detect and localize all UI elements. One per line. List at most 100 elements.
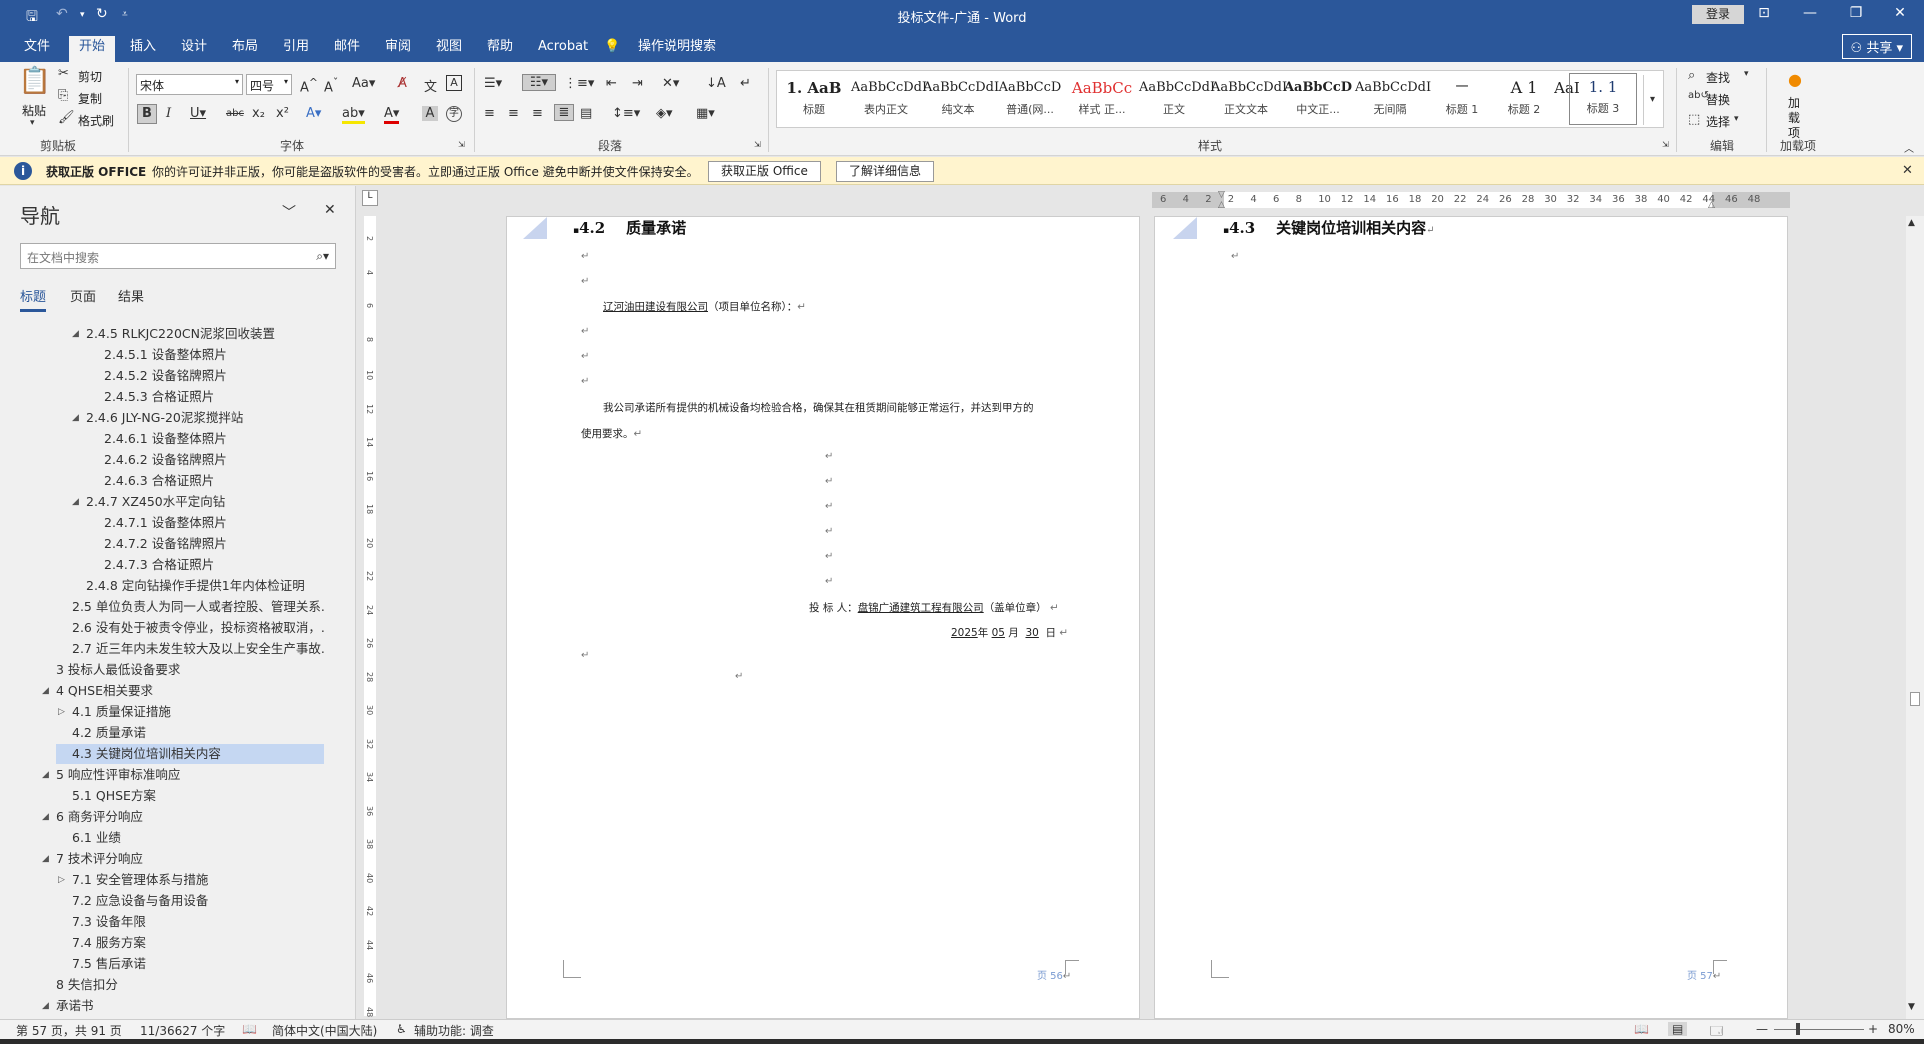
nav-heading-item[interactable]: 2.6 没有处于被责令停业，投标资格被取消，... [56,618,324,638]
learn-more-button[interactable]: 了解详细信息 [836,161,935,182]
nav-heading-item[interactable]: 2.4.7.1 设备整体照片 [88,513,324,533]
addins-icon[interactable]: ● [1788,70,1802,89]
collapse-icon[interactable]: ◢ [42,765,49,785]
zoom-level[interactable]: 80% [1888,1022,1915,1036]
nav-heading-item[interactable]: 7.2 应急设备与备用设备 [56,891,324,911]
word-count[interactable]: 11/36627 个字 [140,1022,225,1039]
nav-heading-item[interactable]: 4.2 质量承诺 [56,723,324,743]
style-normal[interactable]: AaBbCcDdI 正文 [1139,75,1215,117]
page-56[interactable]: ▪4.2 质量承诺 ↵ ↵ 辽河油田建设有限公司（项目单位名称）：↵ ↵ ↵ ↵… [506,216,1140,1019]
collapse-icon[interactable]: ◢ [72,324,79,344]
collapse-icon[interactable]: ◢ [42,996,49,1016]
sort-icon[interactable]: ↓A [706,76,726,91]
line-spacing-icon[interactable]: ↕≡▾ [612,106,640,121]
phonetic-guide-icon[interactable]: 文 [424,76,437,95]
nav-heading-item[interactable]: 2.4.6.2 设备铭牌照片 [88,450,324,470]
nav-search-input[interactable]: 在文档中搜索 ⌕▾ [20,243,336,269]
paste-label[interactable]: 粘贴 [22,102,46,119]
format-painter-button[interactable]: 格式刷 [78,112,114,129]
find-button[interactable]: 查找 [1706,69,1730,86]
paste-icon[interactable]: 📋 [18,66,52,96]
collapse-ribbon-icon[interactable]: ︿ [1904,140,1914,155]
clear-formatting-icon[interactable]: A̸ [398,76,407,91]
copy-icon[interactable]: ⎘ [58,88,68,103]
distributed-icon[interactable]: ▤ [580,106,592,121]
cut-icon[interactable]: ✂ [58,66,69,81]
close-infobar-icon[interactable]: ✕ [1902,163,1913,178]
decrease-indent-icon[interactable]: ⇤ [606,76,617,91]
change-case-icon[interactable]: Aa▾ [352,76,375,91]
nav-heading-item[interactable]: ◢ 6 商务评分响应 [40,807,324,827]
restore-icon[interactable]: ❐ [1846,5,1866,21]
nav-heading-item[interactable]: ◢ 5 响应性评审标准响应 [40,765,324,785]
tab-selector-icon[interactable]: L [362,190,378,206]
ribbon-display-icon[interactable]: ⊡ [1754,5,1774,21]
share-button[interactable]: ⚇ 共享 ▾ [1841,34,1912,59]
chinese-layout-icon[interactable]: ✕▾ [662,76,679,91]
style-custom[interactable]: AaBbCc 样式 正... [1067,75,1137,117]
expand-icon[interactable]: ▷ [58,702,65,722]
nav-tab-results[interactable]: 结果 [118,286,144,305]
nav-heading-item[interactable]: 2.5 单位负责人为同一人或者控股、管理关系... [56,597,324,617]
close-nav-icon[interactable]: ✕ [324,202,336,218]
nav-heading-item[interactable]: ◢ 7 技术评分响应 [40,849,324,869]
superscript-icon[interactable]: x² [276,106,289,121]
nav-heading-item[interactable]: 2.4.5.2 设备铭牌照片 [88,366,324,386]
bullets-icon[interactable]: ☰▾ [484,76,502,91]
dialog-launcher-icon[interactable]: ⇲ [754,140,761,149]
nav-heading-item[interactable]: 8 失信扣分 [40,975,324,995]
subscript-icon[interactable]: x₂ [252,106,265,121]
chevron-down-icon[interactable]: ▾ [1744,69,1749,79]
nav-heading-item[interactable]: ▷ 4.1 质量保证措施 [56,702,324,722]
nav-options-icon[interactable]: ﹀ [282,202,296,222]
shading-icon[interactable]: ◈▾ [656,106,673,121]
format-painter-icon[interactable]: 🖌 [58,110,75,125]
get-genuine-button[interactable]: 获取正版 Office [708,161,821,182]
nav-heading-item[interactable]: 2.4.7.2 设备铭牌照片 [88,534,324,554]
style-heading-1[interactable]: 一标题 1 [1427,75,1497,117]
collapse-icon[interactable]: ◢ [42,807,49,827]
nav-heading-item[interactable]: ◢ 4 QHSE相关要求 [40,681,324,701]
tab-references[interactable]: 引用 [273,36,319,62]
nav-heading-item[interactable]: 2.4.6.1 设备整体照片 [88,429,324,449]
increase-indent-icon[interactable]: ⇥ [632,76,643,91]
font-name-box[interactable]: 宋体 ▾ [136,74,243,95]
tab-help[interactable]: 帮助 [477,36,523,62]
underline-icon[interactable]: U▾ [190,106,206,121]
multilevel-list-icon[interactable]: ⋮≡▾ [564,76,594,91]
nav-heading-item[interactable]: 6.1 业绩 [56,828,324,848]
nav-heading-item[interactable]: 2.7 近三年内未发生较大及以上安全生产事故... [56,639,324,659]
page-57[interactable]: ▪4.3 关键岗位培训相关内容↵ ↵ 页 57↵ [1154,216,1788,1019]
nav-heading-item[interactable]: ◢ 2.4.5 RLKJC220CN泥浆回收装置 [70,324,324,344]
justify-icon[interactable]: ≣ [554,104,574,121]
numbering-icon[interactable]: ☷▾ [522,74,556,91]
nav-heading-item[interactable]: 2.4.5.3 合格证照片 [88,387,324,407]
proofing-icon[interactable]: 📖 [242,1022,257,1036]
dialog-launcher-icon[interactable]: ⇲ [458,140,465,149]
nav-heading-item[interactable]: 7.4 服务方案 [56,933,324,953]
minimize-icon[interactable]: — [1800,5,1820,21]
tab-layout[interactable]: 布局 [222,36,268,62]
tab-view[interactable]: 视图 [426,36,472,62]
tab-mailings[interactable]: 邮件 [324,36,370,62]
nav-heading-item[interactable]: 7.3 设备年限 [56,912,324,932]
nav-heading-item[interactable]: ◢ 承诺书 [40,996,324,1016]
dialog-launcher-icon[interactable]: ⇲ [1662,140,1669,149]
style-chinese-body[interactable]: AaBbCcD 中文正... [1283,75,1353,117]
vertical-scrollbar[interactable]: ▲ ▼ [1906,216,1924,1019]
collapse-icon[interactable]: ◢ [72,492,79,512]
styles-more-icon[interactable]: ▾ [1643,75,1661,125]
zoom-in-icon[interactable]: + [1868,1022,1878,1036]
accessibility-status[interactable]: 辅助功能: 调查 [414,1022,494,1039]
scroll-thumb[interactable] [1910,692,1920,706]
tab-review[interactable]: 审阅 [375,36,421,62]
text-effects-icon[interactable]: A▾ [306,106,321,121]
style-table-body[interactable]: AaBbCcDdI 表内正文 [851,75,927,117]
nav-tab-headings[interactable]: 标题 [20,286,47,312]
scroll-up-icon[interactable]: ▲ [1908,218,1915,228]
align-right-icon[interactable]: ≡ [532,106,543,121]
character-border-icon[interactable]: A [446,75,462,91]
character-shading-icon[interactable]: A [422,106,438,121]
shrink-font-icon[interactable]: Aˇ [324,76,338,95]
paste-dropdown-icon[interactable]: ▾ [30,118,35,128]
